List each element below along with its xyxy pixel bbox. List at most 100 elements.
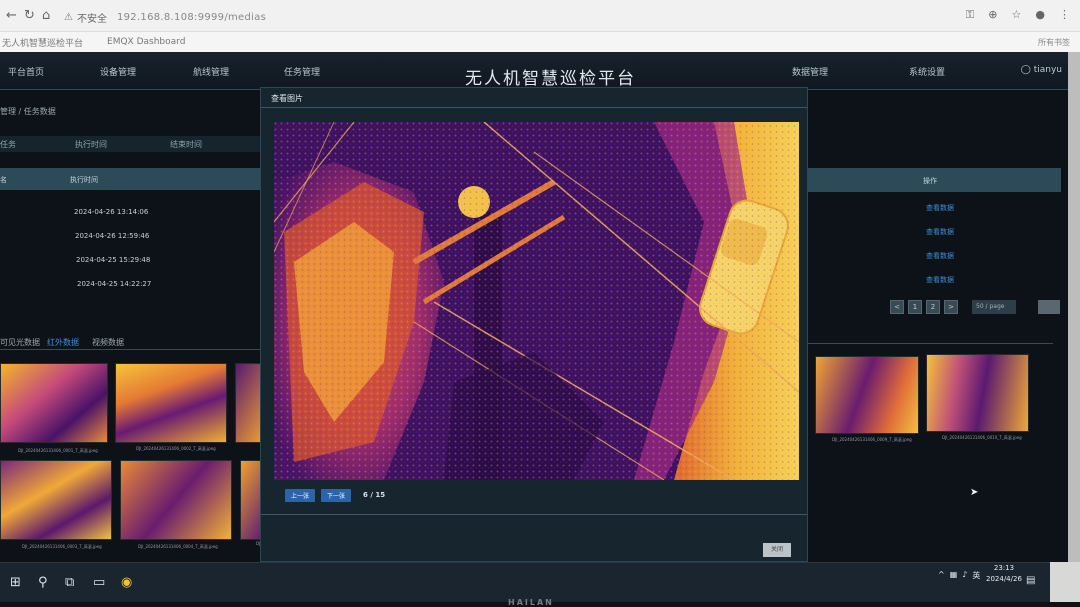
tab-infrared[interactable]: 红外数据 — [47, 337, 79, 348]
page-next[interactable]: > — [944, 300, 958, 314]
reload-icon[interactable]: ↻ — [24, 8, 35, 23]
table-row[interactable]: 2024-04-26 12:59:46 — [0, 226, 260, 248]
key-icon[interactable]: ⚿ — [966, 8, 974, 22]
nav-routes[interactable]: 航线管理 — [193, 65, 229, 78]
view-data-link[interactable]: 查看数据 — [926, 251, 954, 261]
menu-icon[interactable]: ⋮ — [1059, 8, 1070, 22]
thumbnail[interactable] — [815, 356, 919, 434]
thumbnail-caption: DJI_20240426131406_0003_T_高温.jpeg — [22, 544, 102, 549]
page-jump-input[interactable] — [1038, 300, 1060, 314]
bookmark-emqx[interactable]: EMQX Dashboard — [107, 37, 185, 47]
divider — [808, 343, 1053, 344]
nav-data[interactable]: 数据管理 — [792, 65, 828, 78]
page-size-select[interactable]: 50 / page — [972, 300, 1016, 314]
table-row[interactable]: 2024-04-25 15:29:48 — [0, 250, 260, 272]
clock-date: 2024/4/26 — [986, 575, 1022, 583]
divider — [0, 349, 260, 350]
view-data-link[interactable]: 查看数据 — [926, 275, 954, 285]
network-icon[interactable]: ▦ — [950, 570, 958, 581]
notification-icon[interactable]: ▤ — [1026, 575, 1035, 586]
clock-time: 23:13 — [993, 564, 1015, 572]
user-icon: ◯ — [1020, 65, 1034, 75]
nav-devices[interactable]: 设备管理 — [100, 65, 136, 78]
close-button[interactable]: 关闭 — [763, 543, 791, 557]
nav-tasks[interactable]: 任务管理 — [284, 65, 320, 78]
volume-icon[interactable]: ♪ — [962, 570, 967, 581]
monitor-brand: HAILAN — [508, 598, 554, 607]
app-title: 无人机智慧巡检平台 — [465, 69, 636, 89]
thumbnail[interactable] — [0, 460, 112, 540]
nav-home[interactable]: 平台首页 — [8, 65, 44, 78]
app-topbar: 平台首页 设备管理 航线管理 任务管理 无人机智慧巡检平台 数据管理 系统设置 … — [0, 52, 1068, 90]
viewer-controls: 上一张 下一张 6 / 15 — [285, 488, 385, 502]
system-tray: ^ ▦ ♪ 英 — [938, 570, 980, 581]
pagination: < 1 2 > 50 / page — [890, 300, 1060, 314]
breadcrumb: 管理 / 任务数据 — [0, 107, 56, 116]
row-time: 2024-04-26 12:59:46 — [75, 232, 150, 240]
search-icon[interactable]: ⚲ — [38, 575, 48, 590]
row-time: 2024-04-25 15:29:48 — [76, 256, 151, 264]
security-label: 不安全 — [76, 13, 107, 25]
thumbnail-caption: DJI_20240426131406_0010_T_高温.jpeg — [942, 435, 1022, 440]
modal-header: 查看图片 — [261, 88, 807, 108]
filter-end-time[interactable]: 结束时间 — [170, 139, 202, 150]
task-view-icon[interactable]: ⧉ — [65, 575, 74, 590]
prev-image-button[interactable]: 上一张 — [285, 488, 316, 502]
thumbnail[interactable] — [926, 354, 1029, 432]
chrome-icon[interactable]: ◉ — [121, 575, 132, 590]
table-header: 名 执行时间 — [0, 168, 260, 190]
browser-toolbar: ← ↻ ⌂ ⚠ 不安全 192.168.8.108:9999/medias ⚿ … — [0, 0, 1080, 32]
table-row[interactable]: 2024-04-25 14:22:27 — [0, 274, 260, 296]
star-icon[interactable]: ☆ — [1012, 8, 1022, 22]
thumbnail[interactable] — [0, 363, 108, 443]
view-data-link[interactable]: 查看数据 — [926, 227, 954, 237]
page-prev[interactable]: < — [890, 300, 904, 314]
user-name: tianyu — [1033, 65, 1062, 75]
view-data-link[interactable]: 查看数据 — [926, 203, 954, 213]
app: 平台首页 设备管理 航线管理 任务管理 无人机智慧巡检平台 数据管理 系统设置 … — [0, 52, 1068, 562]
thumbnail-caption: DJI_20240426131406_0001_T_高温.jpeg — [18, 448, 98, 453]
filter-task[interactable]: 任务 — [0, 139, 16, 150]
warning-icon: ⚠ — [64, 11, 73, 23]
next-image-button[interactable]: 下一张 — [321, 488, 352, 502]
page-2[interactable]: 2 — [926, 300, 940, 314]
profile-icon[interactable]: ● — [1035, 8, 1045, 22]
thumbnail-caption: DJI_20240426131406_0002_T_高温.jpeg — [136, 446, 216, 451]
thumbnail[interactable] — [115, 363, 227, 443]
mouse-cursor-icon: ➤ — [970, 487, 979, 498]
tab-visible[interactable]: 可见光数据 — [0, 337, 40, 348]
bookmark-all[interactable]: 所有书签 — [1038, 37, 1070, 48]
taskbar: ⊞ ⚲ ⧉ ▭ ◉ ^ ▦ ♪ 英 23:13 2024/4/26 ▤ — [0, 562, 1050, 602]
windows-start-icon[interactable]: ⊞ — [10, 575, 21, 590]
image-counter: 6 / 15 — [363, 491, 386, 499]
back-icon[interactable]: ← — [6, 8, 17, 23]
table-row[interactable]: 2024-04-26 13:14:06 — [0, 202, 260, 224]
url-text[interactable]: 192.168.8.108:9999/medias — [117, 12, 266, 23]
chevron-up-icon[interactable]: ^ — [938, 570, 945, 581]
file-explorer-icon[interactable]: ▭ — [93, 575, 105, 590]
action-header: 操作 — [808, 168, 1061, 192]
bookmarks-bar: 无人机智慧巡检平台 EMQX Dashboard 所有书签 — [0, 32, 1080, 52]
clock[interactable]: 23:13 2024/4/26 — [986, 563, 1022, 585]
nav-settings[interactable]: 系统设置 — [909, 65, 945, 78]
thumbnail-caption: DJI_20240426131406_0009_T_高温.jpeg — [832, 437, 912, 442]
address-bar[interactable]: ⚠ 不安全 192.168.8.108:9999/medias — [64, 6, 964, 28]
tab-video[interactable]: 视频数据 — [92, 337, 124, 348]
col-name: 名 — [0, 176, 7, 184]
filter-start-time[interactable]: 执行时间 — [75, 139, 107, 150]
home-icon[interactable]: ⌂ — [42, 8, 50, 23]
col-time: 执行时间 — [70, 176, 98, 184]
thumbnail-caption: DJI_20240426131406_0004_T_高温.jpeg — [138, 544, 218, 549]
screen-edge — [1068, 52, 1080, 562]
page-1[interactable]: 1 — [908, 300, 922, 314]
screen: ← ↻ ⌂ ⚠ 不安全 192.168.8.108:9999/medias ⚿ … — [0, 0, 1080, 607]
thermal-image-graphic — [274, 122, 799, 480]
row-time: 2024-04-26 13:14:06 — [74, 208, 149, 216]
user-menu[interactable]: ◯ tianyu — [1021, 65, 1062, 75]
thumbnail[interactable] — [120, 460, 232, 540]
bookmark-platform[interactable]: 无人机智慧巡检平台 — [2, 36, 83, 49]
ime-indicator[interactable]: 英 — [972, 570, 980, 581]
infrared-image — [274, 122, 799, 480]
zoom-icon[interactable]: ⊕ — [988, 8, 997, 22]
filter-row: 任务 执行时间 结束时间 — [0, 136, 260, 152]
